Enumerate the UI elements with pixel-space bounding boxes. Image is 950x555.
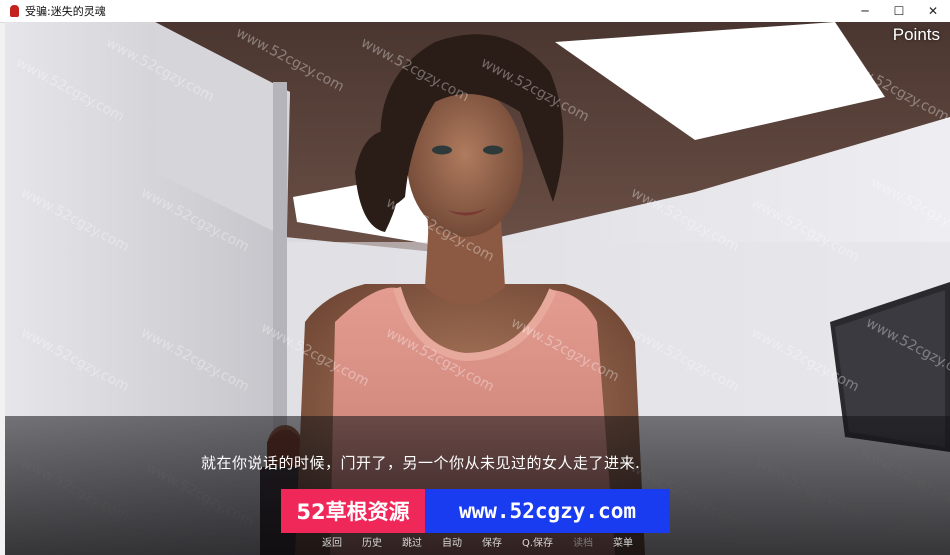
game-scene[interactable]: www.52cgzy.com www.52cgzy.com www.52cgzy…	[5, 22, 950, 555]
window-controls: ─ ☐ ✕	[848, 0, 950, 22]
quick-menu-quick-save[interactable]: Q.保存	[512, 535, 563, 555]
site-banner-left: 52草根资源	[281, 489, 425, 533]
quick-menu-back[interactable]: 返回	[312, 535, 352, 555]
quick-menu-history[interactable]: 历史	[352, 535, 392, 555]
quick-menu-menu[interactable]: 菜单	[603, 535, 643, 555]
quick-menu-save[interactable]: 保存	[472, 535, 512, 555]
title-bar: 受骗:迷失的灵魂 ─ ☐ ✕	[0, 0, 950, 23]
window-title: 受骗:迷失的灵魂	[25, 5, 106, 18]
minimize-button[interactable]: ─	[848, 0, 882, 22]
app-icon	[10, 5, 19, 17]
points-button[interactable]: Points	[893, 25, 940, 45]
game-window: 受骗:迷失的灵魂 ─ ☐ ✕ www.52cgzy.com www.52cgzy…	[0, 0, 950, 555]
maximize-button[interactable]: ☐	[882, 0, 916, 22]
site-banner-right: www.52cgzy.com	[425, 489, 670, 533]
close-button[interactable]: ✕	[916, 0, 950, 22]
quick-menu-auto[interactable]: 自动	[432, 535, 472, 555]
quick-menu: 返回 历史 跳过 自动 保存 Q.保存 读档 菜单	[5, 535, 950, 555]
quick-menu-load[interactable]: 读档	[563, 535, 603, 555]
dialogue-text: 就在你说话的时候，门开了，另一个你从未见过的女人走了进来.	[201, 454, 641, 472]
quick-menu-skip[interactable]: 跳过	[392, 535, 432, 555]
